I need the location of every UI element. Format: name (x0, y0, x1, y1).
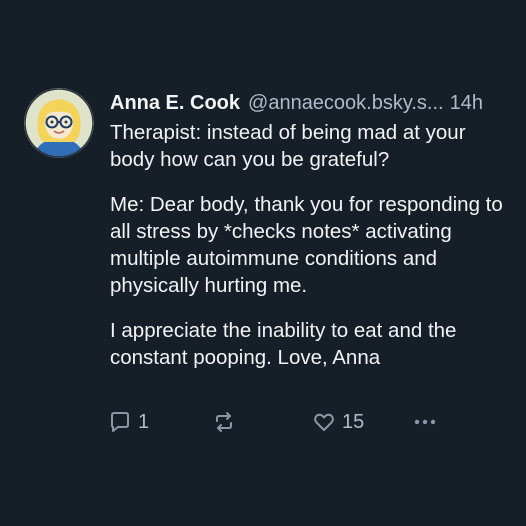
author-display-name[interactable]: Anna E. Cook (110, 88, 240, 118)
post-content: Anna E. Cook @annaecook.bsky.s... 14h Th… (110, 88, 514, 371)
reply-icon (111, 412, 129, 432)
reply-count: 1 (138, 410, 150, 433)
repost-icon (216, 412, 232, 432)
post-paragraph: Therapist: instead of being mad at your … (110, 121, 466, 171)
post-text: Therapist: instead of being mad at your … (110, 119, 506, 371)
post-paragraph: Me: Dear body, thank you for responding … (110, 193, 503, 297)
like-button[interactable]: 15 (312, 410, 364, 434)
post[interactable]: Anna E. Cook @annaecook.bsky.s... 14h Th… (24, 88, 514, 371)
like-icon (314, 413, 334, 431)
repost-button[interactable] (212, 410, 242, 434)
like-count: 15 (342, 410, 365, 433)
post-paragraph: I appreciate the inability to eat and th… (110, 319, 457, 369)
post-header: Anna E. Cook @annaecook.bsky.s... 14h (110, 88, 514, 118)
author-handle[interactable]: @annaecook.bsky.s... (248, 88, 444, 118)
post-actions: 1 15 (108, 408, 448, 436)
more-options-button[interactable] (412, 410, 438, 434)
avatar-illustration (24, 88, 94, 158)
post-timestamp[interactable]: 14h (450, 88, 483, 118)
more-icon (414, 419, 436, 425)
reply-button[interactable]: 1 (108, 410, 149, 434)
avatar[interactable] (24, 88, 94, 158)
